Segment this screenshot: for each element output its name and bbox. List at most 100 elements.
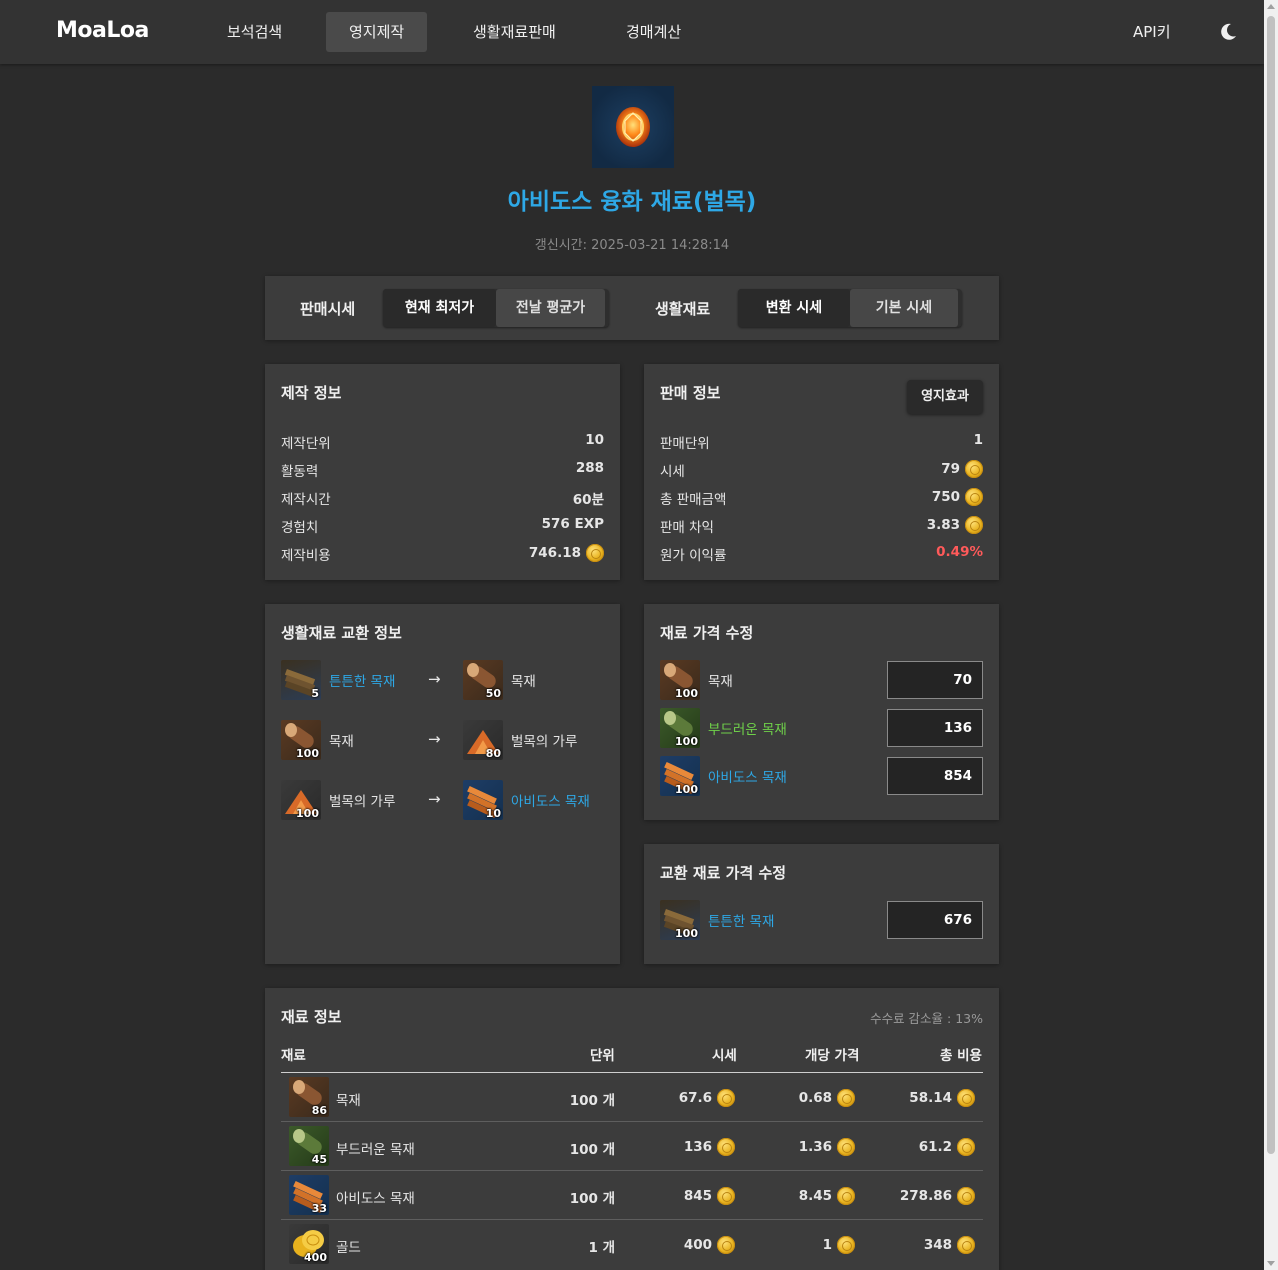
soft-wood-icon: 100 (660, 708, 700, 748)
material-price-toggle: 변환 시세 기본 시세 (738, 289, 962, 327)
exchange-info-title: 생활재료 교환 정보 (281, 624, 402, 642)
col-header-unit: 단위 (590, 1048, 615, 1064)
soft-wood-icon: 45 (289, 1126, 329, 1166)
row-label: 제작비용 (281, 548, 331, 564)
soft-wood-label: 부드러운 목재 (708, 722, 787, 738)
unit-cell: 100 개 (569, 1191, 615, 1207)
table-row: 33 아비도스 목재 100 개 845 8.45 278.86 (281, 1171, 983, 1220)
wood-price-input[interactable] (887, 661, 983, 699)
row-label: 제작시간 (281, 492, 331, 508)
unit-cell: 100 개 (569, 1093, 615, 1109)
sturdy-wood-price-input[interactable] (887, 901, 983, 939)
scroll-thumb[interactable] (1267, 16, 1275, 1154)
scroll-up-arrow-icon[interactable] (1267, 4, 1275, 9)
energy-row: 활동력 288 (281, 460, 604, 480)
nav-estate-craft[interactable]: 영지제작 (326, 12, 428, 52)
logging-powder-icon: 100 (281, 780, 321, 820)
price-cell: 845 (683, 1188, 712, 1204)
exp-row: 경험치 576 EXP (281, 516, 604, 536)
gold-coin-icon (965, 460, 983, 478)
unit-price-cell: 0.68 (798, 1090, 832, 1106)
gold-coin-icon (965, 516, 983, 534)
nav-auction-calc[interactable]: 경매계산 (603, 12, 704, 52)
table-row: 86 목재 100 개 67.6 0.68 58.14 (281, 1073, 983, 1122)
fee-reduction-note: 수수료 감소율 : 13% (870, 1011, 983, 1026)
material-name: 목재 (336, 1093, 361, 1109)
craft-unit-row: 제작단위 10 (281, 432, 604, 452)
unit-price-cell: 8.45 (798, 1188, 832, 1204)
sturdy-wood-label: 튼튼한 목재 (329, 674, 396, 690)
abydos-wood-price-input[interactable] (887, 757, 983, 795)
gold-coin-icon (837, 1089, 855, 1107)
page-scrollbar[interactable] (1264, 0, 1278, 1270)
logging-powder-label: 벌목의 가루 (511, 734, 578, 750)
option-yesterday-avg[interactable]: 전날 평균가 (496, 289, 605, 327)
gold-coin-icon (717, 1138, 735, 1156)
soft-wood-price-input[interactable] (887, 709, 983, 747)
gold-coin-icon (837, 1138, 855, 1156)
wood-icon: 86 (289, 1077, 329, 1117)
api-key-link[interactable]: API키 (1133, 12, 1171, 52)
gold-coin-icon (717, 1187, 735, 1205)
life-material-label: 생활재료 (655, 300, 711, 318)
craft-time-row: 제작시간 60분 (281, 488, 604, 508)
sale-unit-row: 판매단위 1 (660, 432, 983, 452)
option-base-price[interactable]: 기본 시세 (850, 289, 958, 327)
gold-coin-icon (957, 1187, 975, 1205)
gold-coin-icon (586, 544, 604, 562)
sturdy-wood-icon: 5 (281, 660, 321, 700)
gold-coin-icon (837, 1236, 855, 1254)
option-current-lowest[interactable]: 현재 최저가 (383, 289, 496, 327)
row-label: 판매단위 (660, 436, 710, 452)
sale-info-title: 판매 정보 (660, 384, 721, 402)
nav-life-material-sale[interactable]: 생활재료판매 (450, 12, 579, 52)
col-header-unit-price: 개당 가격 (805, 1048, 860, 1064)
total-cost-cell: 58.14 (909, 1090, 952, 1106)
moon-icon[interactable] (1218, 22, 1238, 42)
scroll-down-arrow-icon[interactable] (1267, 1261, 1275, 1266)
material-info-panel: 재료 정보 수수료 감소율 : 13% 재료 단위 시세 개당 가격 총 비용 … (265, 988, 999, 1270)
abydos-wood-label: 아비도스 목재 (511, 794, 590, 810)
row-value: 0.49% (936, 544, 983, 560)
total-cost-cell: 348 (923, 1237, 952, 1253)
gold-icon: 400 (289, 1224, 329, 1264)
wood-label: 목재 (511, 674, 536, 690)
price-cell: 67.6 (678, 1090, 712, 1106)
row-value: 750 (931, 489, 960, 505)
market-price-row: 시세 79 (660, 460, 983, 480)
row-value: 10 (585, 432, 604, 448)
updated-time: 갱신시간: 2025-03-21 14:28:14 (534, 238, 730, 253)
craft-cost-row: 제작비용 746.18 (281, 544, 604, 564)
craft-info-panel: 제작 정보 제작단위 10 활동력 288 제작시간 60분 경험치 576 E… (265, 364, 620, 580)
row-value: 288 (575, 460, 604, 476)
nav-gem-search[interactable]: 보석검색 (204, 12, 305, 52)
sell-price-label: 판매시세 (300, 300, 356, 318)
item-title: 아비도스 융화 재료(벌목) (507, 189, 757, 215)
sturdy-wood-icon: 100 (660, 900, 700, 940)
material-info-title: 재료 정보 (281, 1008, 342, 1026)
site-logo[interactable]: MoaLoa (56, 18, 149, 43)
gold-coin-icon (717, 1089, 735, 1107)
material-name: 부드러운 목재 (336, 1142, 415, 1158)
price-cell: 136 (683, 1139, 712, 1155)
exchange-price-edit-panel: 교환 재료 가격 수정 100 튼튼한 목재 (644, 844, 999, 964)
row-label: 활동력 (281, 464, 319, 480)
row-value: 60분 (572, 492, 604, 508)
gold-coin-icon (717, 1236, 735, 1254)
fusion-material-icon (592, 86, 674, 168)
sell-price-toggle: 현재 최저가 전날 평균가 (383, 289, 609, 327)
margin-row: 원가 이익률 0.49% (660, 544, 983, 564)
price-cell: 400 (683, 1237, 712, 1253)
option-converted-price[interactable]: 변환 시세 (738, 289, 850, 327)
wood-label: 목재 (329, 734, 354, 750)
arrow-right-icon: → (428, 790, 441, 808)
material-name: 아비도스 목재 (336, 1191, 415, 1207)
row-label: 시세 (660, 464, 685, 480)
row-label: 판매 차익 (660, 520, 714, 536)
estate-effect-button[interactable]: 영지효과 (907, 380, 983, 414)
table-row: 400 골드 1 개 400 1 348 (281, 1220, 983, 1269)
row-value: 3.83 (926, 517, 960, 533)
craft-info-title: 제작 정보 (281, 384, 342, 402)
abydos-wood-label: 아비도스 목재 (708, 770, 787, 786)
gold-coin-icon (965, 488, 983, 506)
